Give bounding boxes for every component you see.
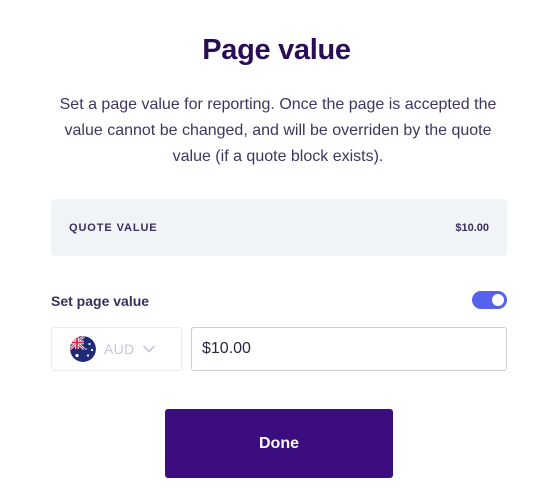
australia-flag-icon: [70, 336, 96, 362]
currency-code: AUD: [104, 341, 135, 357]
chevron-down-icon: [143, 345, 156, 353]
page-value-modal: Page value Set a page value for reportin…: [0, 0, 553, 504]
quote-value-amount: $10.00: [455, 221, 489, 234]
set-page-value-label: Set page value: [51, 293, 150, 309]
page-value-input[interactable]: [191, 327, 507, 371]
modal-description: Set a page value for reporting. Once the…: [59, 96, 497, 165]
modal-title: Page value: [202, 34, 351, 66]
set-page-value-toggle[interactable]: [472, 291, 507, 309]
toggle-knob: [492, 294, 504, 306]
quote-value-box: QUOTE VALUE $10.00: [51, 199, 507, 256]
quote-value-label: QUOTE VALUE: [69, 221, 158, 234]
done-button[interactable]: Done: [165, 409, 393, 478]
currency-select[interactable]: AUD: [51, 327, 182, 371]
